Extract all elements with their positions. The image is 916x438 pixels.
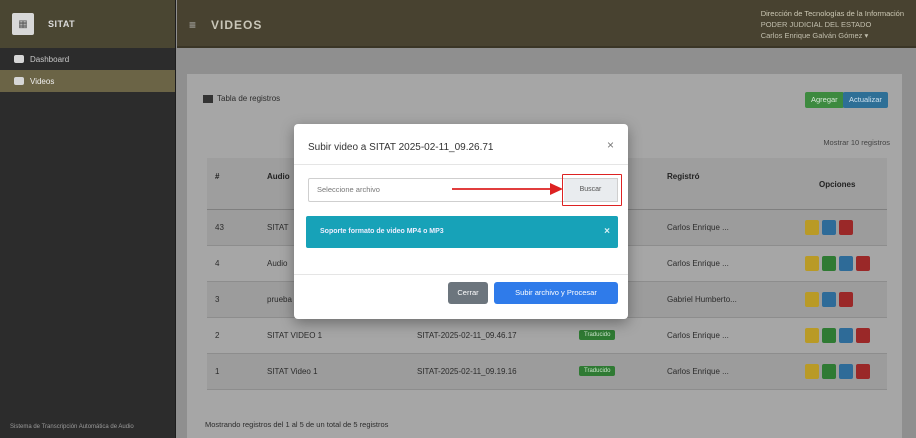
cell-user: Carlos Enrique ...: [667, 223, 729, 232]
cell-file: SITAT-2025-02-11_09.19.16: [417, 367, 517, 376]
brand[interactable]: ▦ SITAT: [0, 0, 175, 48]
brand-name: SITAT: [48, 19, 76, 29]
cell-id: 3: [215, 295, 220, 304]
close-icon[interactable]: ×: [607, 138, 614, 152]
edit-icon[interactable]: [805, 292, 819, 307]
menu-icon[interactable]: ≡: [189, 18, 196, 32]
row-options: [805, 328, 870, 343]
delete-icon[interactable]: [839, 292, 853, 307]
download-icon[interactable]: [822, 328, 836, 343]
status-badge: Traducido: [579, 330, 616, 340]
delete-icon[interactable]: [856, 256, 870, 271]
red-arrow-icon: [452, 183, 563, 195]
sidebar-item-label: Videos: [30, 76, 55, 86]
user-menu[interactable]: Carlos Enrique Galván Gómez ▾: [761, 30, 904, 41]
modal-footer-divider: [294, 274, 628, 275]
cell-name: SITAT Video 1: [267, 367, 318, 376]
modal-header-divider: [294, 164, 628, 165]
dashboard-icon: [14, 55, 24, 63]
cell-id: 43: [215, 223, 224, 232]
cell-user: Carlos Enrique ...: [667, 367, 729, 376]
add-button[interactable]: Agregar: [805, 92, 844, 108]
view-icon[interactable]: [822, 220, 836, 235]
view-icon[interactable]: [839, 256, 853, 271]
delete-icon[interactable]: [856, 328, 870, 343]
user-info: Dirección de Tecnologías de la Informaci…: [761, 8, 904, 41]
organization-text: PODER JUDICIAL DEL ESTADO: [760, 20, 872, 29]
cell-user: Carlos Enrique ...: [667, 331, 729, 340]
table-row: 2 SITAT VIDEO 1 SITAT-2025-02-11_09.46.1…: [207, 318, 887, 354]
upload-video-modal: Subir video a SITAT 2025-02-11_09.26.71 …: [294, 124, 628, 319]
alert-text: Soporte formato de video MP4 o MP3: [320, 228, 444, 235]
refresh-button[interactable]: Actualizar: [843, 92, 888, 108]
cell-id: 1: [215, 367, 220, 376]
cell-user: Gabriel Humberto...: [667, 295, 737, 304]
page-title: VIDEOS: [211, 18, 263, 32]
column-header-audio[interactable]: Audio: [267, 172, 290, 181]
card-title-text: Tabla de registros: [217, 94, 281, 103]
highlight-box: [562, 174, 622, 206]
download-icon[interactable]: [822, 256, 836, 271]
view-icon[interactable]: [822, 292, 836, 307]
card-title: Tabla de registros: [203, 94, 280, 103]
cell-name: SITAT: [267, 223, 289, 232]
upload-and-process-button[interactable]: Subir archivo y Procesar: [494, 282, 618, 304]
status-badge: Traducido: [579, 366, 616, 376]
row-options: [805, 364, 870, 379]
cell-name: Audio: [267, 259, 288, 268]
view-icon[interactable]: [839, 328, 853, 343]
sidebar: ▦ SITAT Dashboard Videos Sistema de Tran…: [0, 0, 176, 438]
modal-title: Subir video a SITAT 2025-02-11_09.26.71: [308, 142, 494, 153]
video-icon: [14, 77, 24, 85]
department-text: Dirección de Tecnologías de la Informaci…: [760, 9, 904, 18]
row-options: [805, 256, 870, 271]
table-icon: [203, 94, 213, 103]
cell-id: 4: [215, 259, 220, 268]
logo-icon: ▦: [12, 13, 34, 35]
delete-icon[interactable]: [839, 220, 853, 235]
column-header-id[interactable]: #: [215, 172, 219, 181]
view-icon[interactable]: [839, 364, 853, 379]
cell-id: 2: [215, 331, 220, 340]
edit-icon[interactable]: [805, 328, 819, 343]
edit-icon[interactable]: [805, 364, 819, 379]
top-header: ≡ VIDEOS Dirección de Tecnologías de la …: [177, 0, 916, 48]
alert-close-icon[interactable]: ×: [604, 216, 610, 248]
edit-icon[interactable]: [805, 256, 819, 271]
column-header-registered[interactable]: Registró: [667, 172, 699, 181]
show-entries[interactable]: Mostrar 10 registros: [823, 138, 890, 147]
sidebar-item-label: Dashboard: [30, 54, 70, 64]
format-info-alert: Soporte formato de video MP4 o MP3 ×: [306, 216, 618, 248]
cell-name: SITAT VIDEO 1: [267, 331, 323, 340]
sidebar-item-videos[interactable]: Videos: [0, 70, 175, 92]
download-icon[interactable]: [822, 364, 836, 379]
close-button[interactable]: Cerrar: [448, 282, 488, 304]
cell-user: Carlos Enrique ...: [667, 259, 729, 268]
table-row: 1 SITAT Video 1 SITAT-2025-02-11_09.19.1…: [207, 354, 887, 390]
row-options: [805, 292, 853, 307]
sidebar-footer: Sistema de Transcripción Automática de A…: [10, 424, 134, 430]
edit-icon[interactable]: [805, 220, 819, 235]
cell-name: prueba: [267, 295, 292, 304]
table-footer-info: Mostrando registros del 1 al 5 de un tot…: [205, 420, 389, 429]
row-options: [805, 220, 853, 235]
delete-icon[interactable]: [856, 364, 870, 379]
sidebar-item-dashboard[interactable]: Dashboard: [0, 48, 175, 70]
column-header-options: Opciones: [819, 180, 856, 189]
cell-file: SITAT-2025-02-11_09.46.17: [417, 331, 517, 340]
